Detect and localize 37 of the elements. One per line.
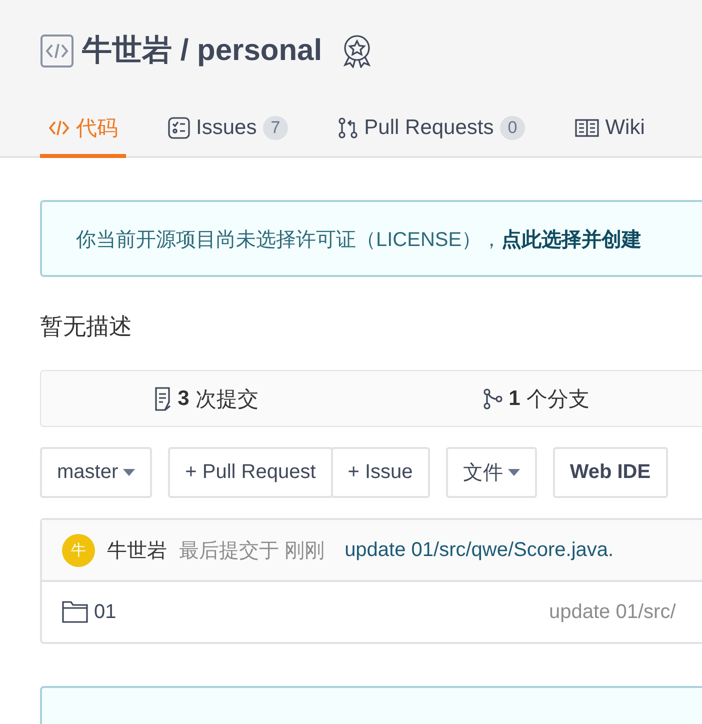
file-dropdown[interactable]: 文件 [446, 447, 537, 498]
file-name[interactable]: 01 [94, 600, 549, 624]
checklist-icon [168, 117, 190, 139]
branch-icon [482, 388, 503, 410]
tab-label: Wiki [605, 116, 645, 140]
folder-icon [62, 601, 88, 623]
tab-label: Issues [196, 116, 257, 140]
document-icon [154, 386, 172, 410]
repo-tab[interactable]: Pull Requests 0 [330, 114, 534, 158]
code-icon [48, 118, 70, 138]
web-ide-button[interactable]: Web IDE [552, 447, 668, 498]
book-icon [575, 119, 600, 137]
count-badge: 0 [500, 116, 526, 140]
tab-label: 代码 [76, 116, 118, 142]
author-name: 牛世岩 [107, 538, 167, 564]
license-link[interactable]: 点此选择并创建 [502, 229, 642, 251]
notice-text: 你当前开源项目尚未选择许可证（LICENSE）， [76, 229, 502, 251]
repo-title: 牛世岩 / personal [82, 33, 322, 69]
tab-label: Pull Requests [364, 116, 494, 140]
stat-link[interactable]: 1 个分支 [371, 384, 701, 412]
file-row[interactable]: 01 update 01/src/ [42, 582, 702, 642]
branch-dropdown[interactable]: master [40, 447, 152, 498]
pull-request-button[interactable]: + Pull Request [168, 447, 333, 498]
count-badge: 7 [262, 116, 288, 140]
repo-tab[interactable]: Issues 7 [160, 114, 296, 158]
caret-icon [123, 469, 136, 476]
commit-time: 最后提交于 刚刚 [179, 538, 325, 564]
repo-tab[interactable]: Wiki [567, 114, 653, 158]
commit-message-link[interactable]: update 01/src/qwe/Score.java. [344, 538, 614, 562]
pull-request-icon [338, 117, 358, 139]
issue-button[interactable]: + Issue [330, 447, 430, 498]
caret-icon [508, 469, 520, 476]
avatar: 牛 [62, 534, 95, 566]
code-repo-icon [40, 34, 74, 68]
stat-link[interactable]: 3 次提交 [41, 384, 371, 412]
file-commit-message: update 01/src/ [549, 600, 676, 624]
repo-description: 暂无描述 [40, 312, 133, 341]
